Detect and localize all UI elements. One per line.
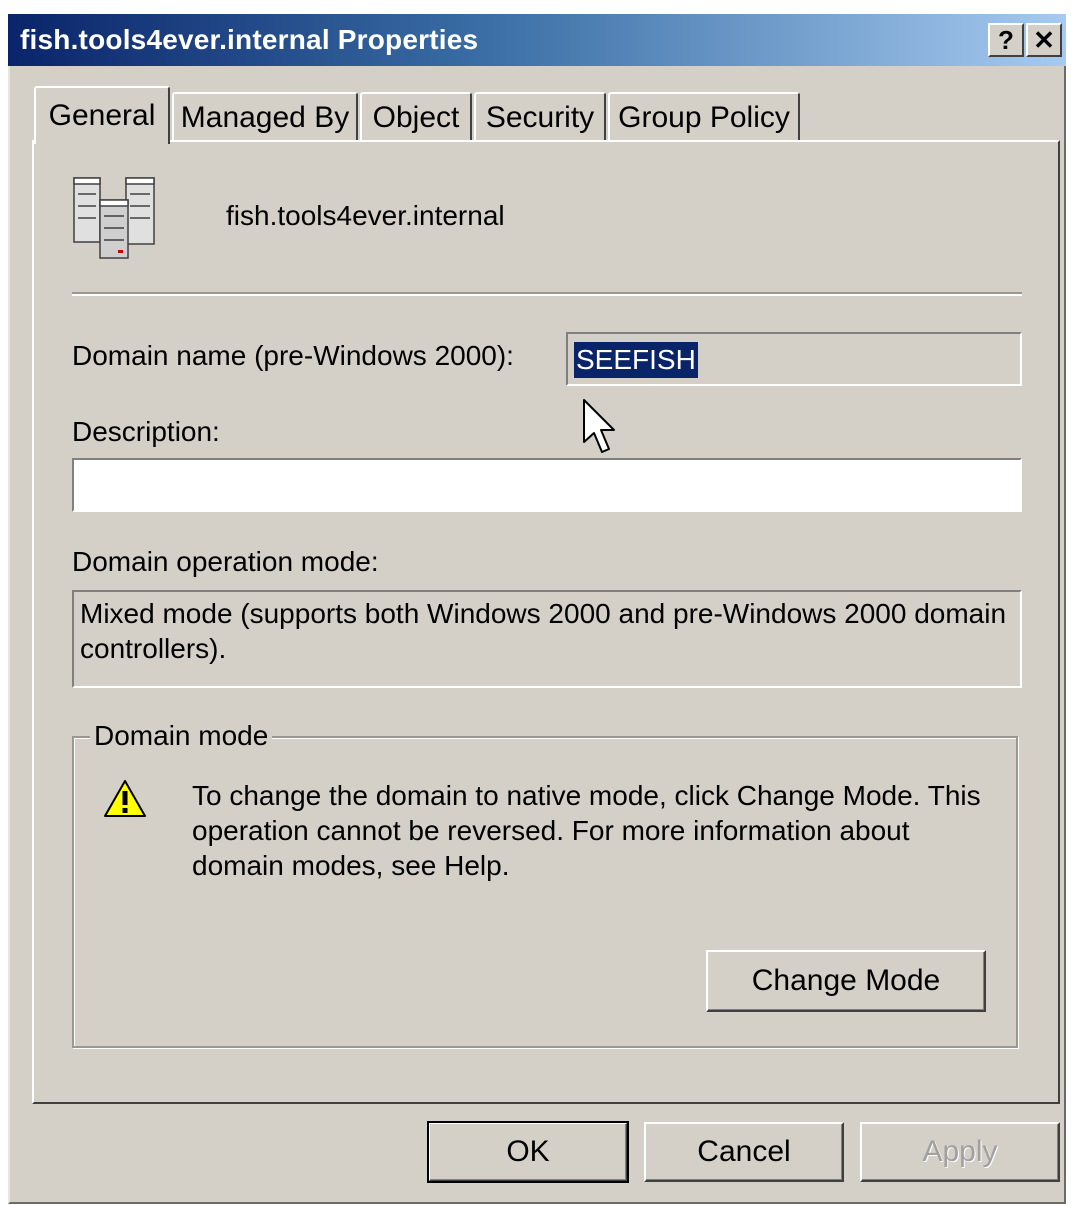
operation-mode-value: Mixed mode (supports both Windows 2000 a… bbox=[72, 590, 1022, 688]
pre2000-name-label: Domain name (pre-Windows 2000): bbox=[72, 340, 514, 371]
separator bbox=[72, 292, 1022, 296]
change-mode-button-label: Change Mode bbox=[751, 964, 941, 997]
apply-button-label: Apply bbox=[922, 1135, 998, 1168]
mouse-pointer-icon bbox=[583, 399, 615, 453]
tab-group-policy[interactable]: Group Policy bbox=[608, 92, 800, 142]
domain-servers-icon bbox=[73, 177, 155, 259]
title-bar[interactable]: fish.tools4ever.internal Properties ? ✕ bbox=[8, 14, 1066, 66]
warning-icon bbox=[104, 780, 146, 817]
help-button[interactable]: ? bbox=[988, 23, 1024, 57]
description-label: Description: bbox=[72, 416, 220, 447]
cancel-button-label: Cancel bbox=[697, 1135, 791, 1168]
tab-general[interactable]: General bbox=[34, 86, 170, 144]
ok-button[interactable]: OK bbox=[427, 1121, 629, 1183]
ok-button-label: OK bbox=[506, 1135, 550, 1168]
close-button[interactable]: ✕ bbox=[1026, 23, 1062, 57]
operation-mode-label: Domain operation mode: bbox=[72, 546, 379, 577]
apply-button[interactable]: Apply bbox=[860, 1122, 1060, 1182]
pre2000-name-field[interactable]: SEEFISH bbox=[566, 332, 1022, 386]
domain-mode-legend: Domain mode bbox=[90, 720, 273, 752]
tab-object[interactable]: Object bbox=[360, 92, 472, 142]
window-title: fish.tools4ever.internal Properties bbox=[20, 24, 479, 55]
tab-managed-by[interactable]: Managed By bbox=[172, 92, 358, 142]
tab-security[interactable]: Security bbox=[474, 92, 606, 142]
change-mode-button[interactable]: Change Mode bbox=[706, 950, 986, 1012]
description-input[interactable] bbox=[72, 458, 1022, 512]
domain-mode-warning-text: To change the domain to native mode, cli… bbox=[192, 780, 981, 881]
cancel-button[interactable]: Cancel bbox=[644, 1122, 844, 1182]
pre2000-name-value: SEEFISH bbox=[574, 342, 698, 378]
domain-display-name: fish.tools4ever.internal bbox=[226, 200, 505, 231]
